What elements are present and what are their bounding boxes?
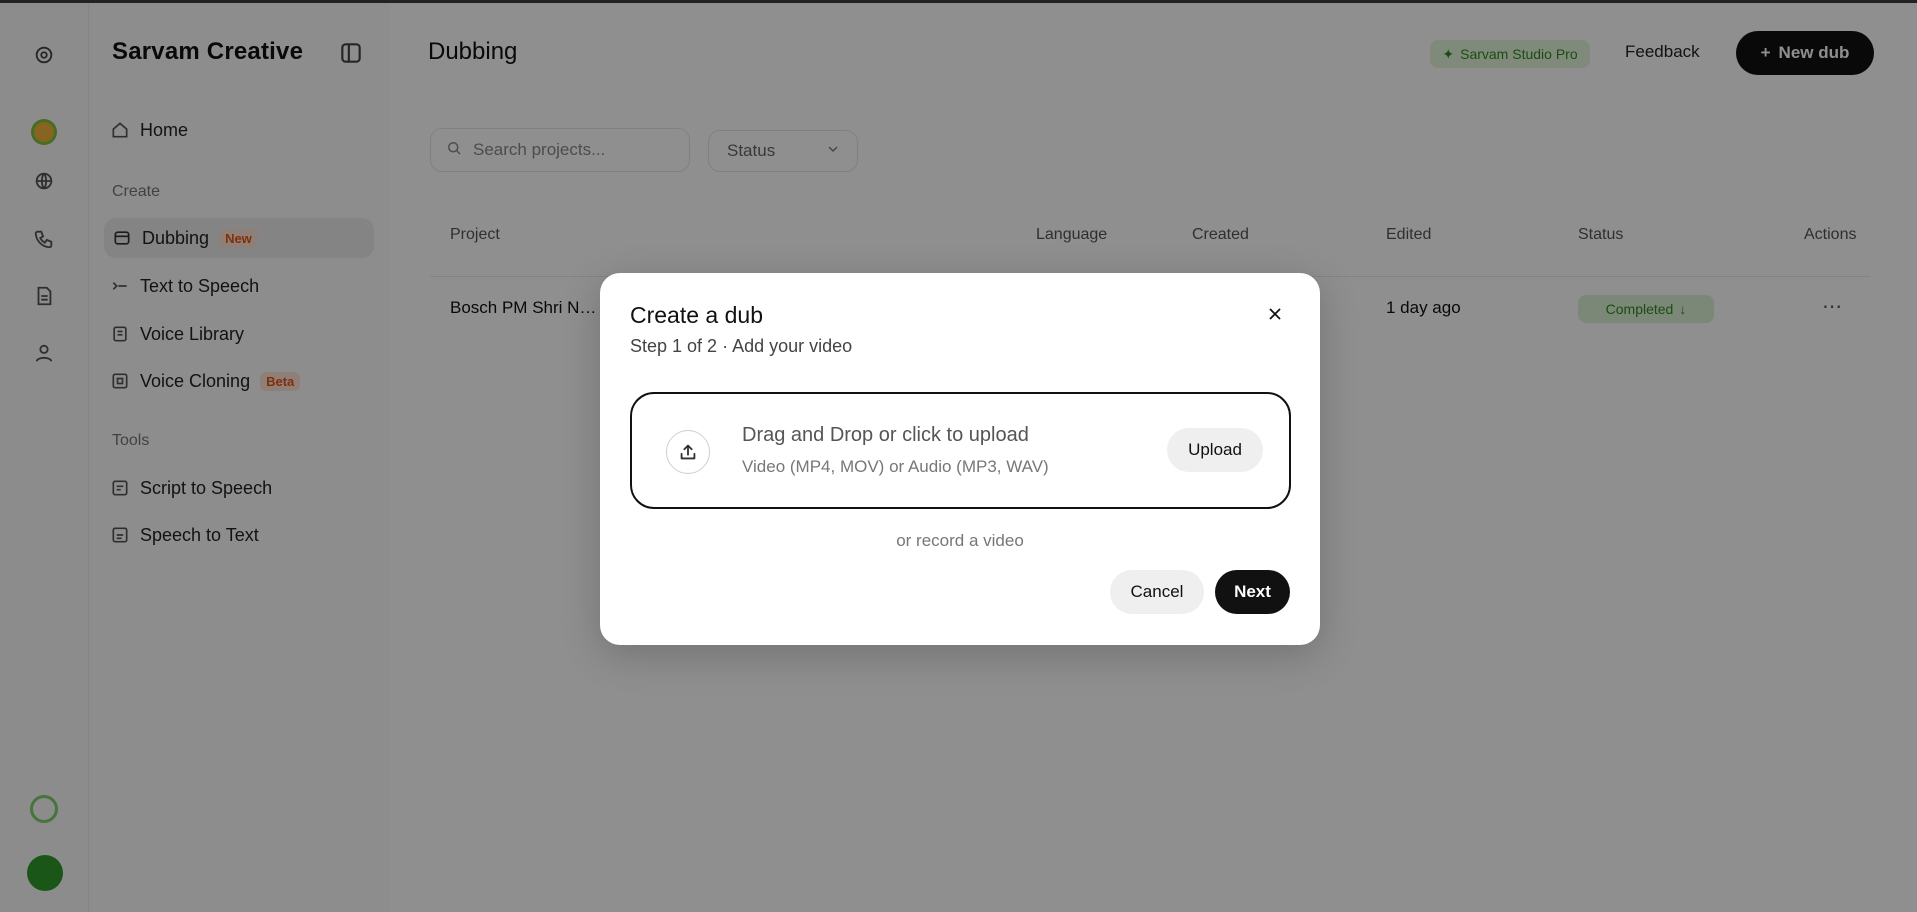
dialog-title: Create a dub bbox=[630, 302, 763, 328]
upload-dropzone[interactable]: Drag and Drop or click to upload Video (… bbox=[630, 392, 1291, 509]
close-icon bbox=[1266, 305, 1284, 328]
record-video-link[interactable]: or record a video bbox=[600, 531, 1320, 551]
upload-button[interactable]: Upload bbox=[1167, 428, 1263, 472]
close-button[interactable] bbox=[1260, 301, 1290, 331]
dialog-subtitle: Step 1 of 2 · Add your video bbox=[630, 336, 853, 356]
cancel-button[interactable]: Cancel bbox=[1110, 570, 1204, 614]
next-button[interactable]: Next bbox=[1215, 570, 1290, 614]
create-dub-dialog: Create a dub Step 1 of 2 · Add your vide… bbox=[600, 273, 1320, 645]
dropzone-formats: Video (MP4, MOV) or Audio (MP3, WAV) bbox=[742, 457, 1049, 476]
upload-icon bbox=[666, 430, 710, 474]
dropzone-title: Drag and Drop or click to upload bbox=[742, 424, 1029, 446]
